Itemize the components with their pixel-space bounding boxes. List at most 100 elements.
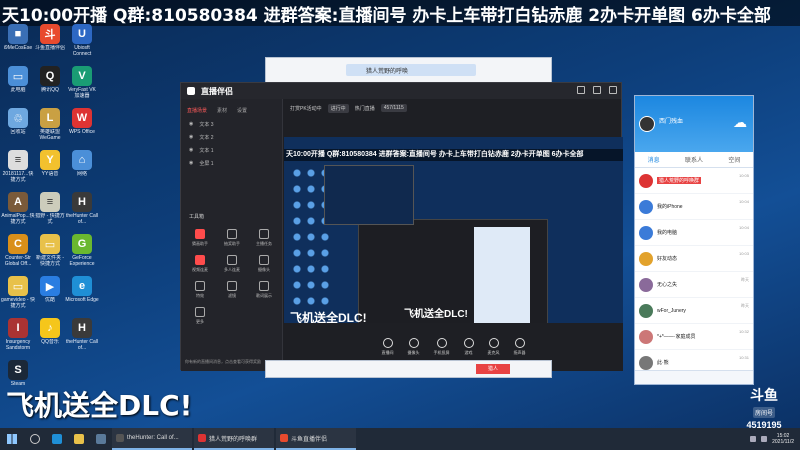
list-item[interactable]: *+*——·家庭成员 10:32 <box>635 324 753 350</box>
qq-tab[interactable]: 空间 <box>728 155 740 164</box>
desktop-icon[interactable]: ▭ 此电脑 <box>2 66 34 93</box>
desktop-icon[interactable]: I Insurgency Sandstorm <box>2 318 34 351</box>
tool-button[interactable]: 抽奖助手 <box>217 229 247 247</box>
scene-item[interactable]: ◉ 文本 1 <box>181 144 282 157</box>
scene-item[interactable]: ◉ 全屏 1 <box>181 157 282 170</box>
list-item[interactable]: 我的电脑 10:04 <box>635 220 753 246</box>
preview-nested-desktop <box>324 165 414 225</box>
list-item[interactable]: 猎人荒野的呼唤群 10:05 <box>635 168 753 194</box>
volume-icon[interactable] <box>761 436 768 442</box>
qq-tab[interactable]: 联系人 <box>685 155 703 164</box>
live-control-button[interactable]: 摄像头 <box>408 338 420 356</box>
desktop-icon[interactable]: ⌂ 网络 <box>66 150 98 177</box>
live-control-button[interactable]: 麦克风 <box>488 338 500 356</box>
qq-window[interactable]: 西门残血 ☁ 消息 联系人 空间 猎人荒野的呼唤群 10:05 我的iPhone 10:0… <box>634 95 754 385</box>
minimize-icon[interactable] <box>577 86 585 94</box>
desktop-icon[interactable]: A AnimalPop...快捷方式 <box>1 192 35 225</box>
file-explorer-icon[interactable] <box>68 428 90 450</box>
desktop-icon[interactable]: V VeryFast VK 加速器 <box>66 66 98 99</box>
close-icon[interactable] <box>609 86 617 94</box>
scene-label: 文本 2 <box>199 135 214 141</box>
tool-button[interactable]: 多人连麦 <box>217 255 247 273</box>
eye-icon[interactable]: ◉ <box>189 147 193 154</box>
desktop-icon[interactable]: 斗斗鱼直播伴侣 <box>34 24 66 51</box>
taskbar-task[interactable]: 猎人荒野的呼唤群 <box>194 428 274 450</box>
live-control-button[interactable]: 游戏 <box>463 338 474 356</box>
scene-label: 文本 1 <box>199 148 214 154</box>
desktop-app-icon: ♲ <box>8 108 28 128</box>
qq-tab[interactable]: 消息 <box>648 155 660 164</box>
tool-button[interactable]: 主播任务 <box>249 229 279 247</box>
scene-item[interactable]: ◉ 文本 3 <box>181 118 282 131</box>
desktop-icon[interactable]: L 英雄联盟WeGame <box>34 108 66 141</box>
desktop-icon[interactable]: U Ubiosft Connect <box>66 24 98 57</box>
live-app-window[interactable]: 直播伴侣 直播场景 素材 设置 ◉ 文本 3 ◉ 文本 2 ◉ 文本 1 ◉ 全屏 1 工具箱 猜… <box>180 82 623 371</box>
desktop-icon-label: QQ音乐 <box>41 339 59 345</box>
tool-label: 歌词展示 <box>256 293 272 298</box>
search-icon[interactable] <box>24 428 46 450</box>
eye-icon[interactable]: ◉ <box>189 134 193 141</box>
desktop-icon[interactable]: G GeForce Experience <box>66 234 98 267</box>
desktop-icon[interactable]: Y YY语音 <box>34 150 66 177</box>
desktop-icon[interactable]: ▶ 优酷 <box>34 276 66 303</box>
start-button[interactable] <box>0 428 24 450</box>
tool-button[interactable]: 视频连麦 <box>185 255 215 273</box>
tool-button[interactable]: 滤镜 <box>217 281 247 299</box>
conversation-name: 此·熊 <box>657 360 669 366</box>
avatar[interactable] <box>639 116 655 132</box>
desktop-icon[interactable]: HtheHunter Call of... <box>66 192 98 225</box>
desktop-icon[interactable]: ▭ gamevideo - 快捷方式 <box>1 276 35 309</box>
steam-icon[interactable] <box>90 428 112 450</box>
avatar <box>639 303 653 318</box>
scene-tab[interactable]: 设置 <box>237 107 247 114</box>
avatar <box>639 277 653 292</box>
eye-icon[interactable]: ◉ <box>189 121 193 128</box>
live-control-button[interactable]: 手机投屏 <box>434 338 450 356</box>
list-item[interactable]: wFor_Junery 昨天 <box>635 298 753 324</box>
live-control-button[interactable]: 扬声器 <box>514 338 526 356</box>
desktop-icon[interactable]: ♲ 回收站 <box>2 108 34 135</box>
list-item[interactable]: 好友动态 10:03 <box>635 246 753 272</box>
tool-button[interactable]: 猜画助手 <box>185 229 215 247</box>
desktop-icon[interactable]: ≡ 20181117...快捷方式 <box>2 150 34 183</box>
maximize-icon[interactable] <box>593 86 601 94</box>
eye-icon[interactable]: ◉ <box>189 160 193 167</box>
desktop-icon[interactable]: HtheHunter Call of... <box>66 318 98 351</box>
desktop-icon[interactable]: ♪ QQ音乐 <box>34 318 66 345</box>
desktop-icon[interactable]: C Counter-Str Global Off... <box>2 234 34 267</box>
scene-tab[interactable]: 素材 <box>217 107 227 114</box>
window-controls <box>577 86 617 94</box>
scene-label: 全屏 1 <box>199 161 214 167</box>
list-item[interactable]: 无心之失 昨天 <box>635 272 753 298</box>
desktop-icon-label: Ubiosft Connect <box>72 45 92 57</box>
stream-preview: 天10:00开播 Q群:810580384 进群答案:直播间号 办卡上车带打白钻… <box>284 137 623 323</box>
taskbar-task[interactable]: 斗鱼直播伴侣 <box>276 428 356 450</box>
control-icon <box>488 338 499 348</box>
tool-button[interactable]: 歌词展示 <box>249 281 279 299</box>
clock[interactable]: 15:02 2021/11/2 <box>772 433 794 445</box>
desktop-icon[interactable]: ■ i9MeCosEse <box>2 24 34 51</box>
tool-button[interactable]: 摄像头 <box>249 255 279 273</box>
mini-popup[interactable]: 猎人 <box>265 360 552 378</box>
edge-icon[interactable] <box>46 428 68 450</box>
desktop-icon-label: 优酷 <box>44 297 55 303</box>
scene-tab[interactable]: 直播场景 <box>187 107 207 114</box>
tool-button[interactable]: 更多 <box>185 307 215 325</box>
live-control-button[interactable]: 直播间 <box>382 338 394 356</box>
desktop-icon[interactable]: Q 腾讯QQ <box>34 66 66 93</box>
control-icon <box>463 338 474 348</box>
list-item[interactable]: 我的iPhone 10:04 <box>635 194 753 220</box>
live-app-notice[interactable]: 你有新的直播间消息，点击查看可获得奖励 <box>185 359 261 365</box>
tool-icon <box>195 229 205 239</box>
scene-item[interactable]: ◉ 文本 2 <box>181 131 282 144</box>
desktop-icon[interactable]: ▭ 新建文件夹 - 快捷方式 <box>34 234 66 267</box>
taskbar-task[interactable]: theHunter: Call of... <box>112 428 192 450</box>
desktop-icon[interactable]: S Steam <box>2 360 34 387</box>
tool-button[interactable]: 特效 <box>185 281 215 299</box>
browser-popup[interactable]: 猎人荒野的呼唤 <box>265 57 552 83</box>
desktop-icon[interactable]: e Microsoft Edge <box>65 276 99 303</box>
desktop-icon[interactable]: ≡ 猎野 - 快捷方式 <box>34 192 66 225</box>
network-icon[interactable] <box>750 436 757 442</box>
desktop-icon[interactable]: W WPS Office <box>66 108 98 135</box>
desktop-app-icon: U <box>72 24 92 44</box>
